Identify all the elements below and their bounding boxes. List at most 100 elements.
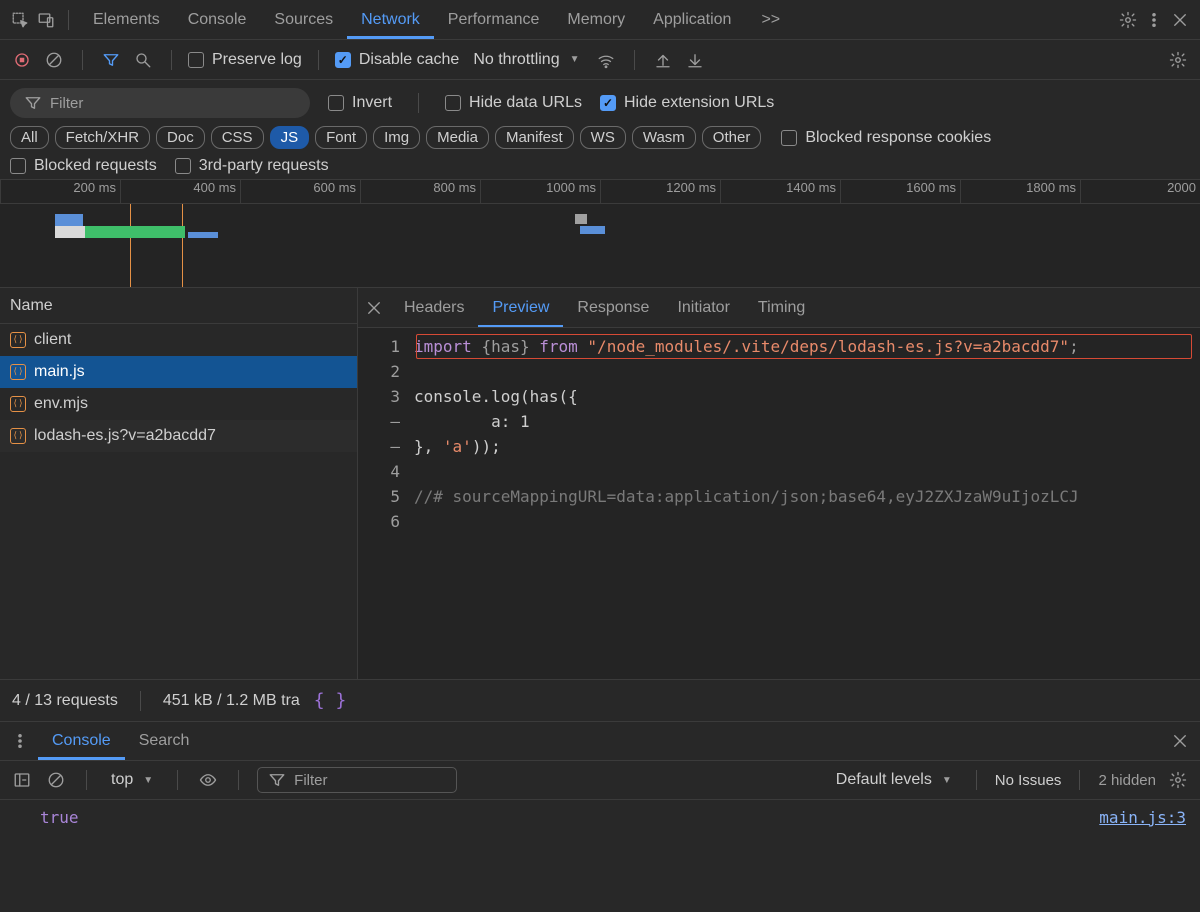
close-drawer-icon[interactable]	[1168, 729, 1192, 753]
hidden-messages[interactable]: 2 hidden	[1098, 772, 1156, 789]
network-conditions-icon[interactable]	[594, 48, 618, 72]
timeline-tick: 800 ms	[360, 180, 480, 203]
log-levels-select[interactable]: Default levels▼	[830, 769, 958, 791]
filter-toggle-icon[interactable]	[99, 48, 123, 72]
tab-sources[interactable]: Sources	[260, 0, 347, 39]
console-filter-input[interactable]: Filter	[257, 767, 457, 793]
filter-type-manifest[interactable]: Manifest	[495, 126, 574, 149]
resource-type-filter: All Fetch/XHR Doc CSS JSFont Img Media Manifest…	[10, 126, 1190, 149]
timeline-tick: 400 ms	[120, 180, 240, 203]
filter-type-font[interactable]: Font	[315, 126, 367, 149]
drawer-tab-search[interactable]: Search	[125, 722, 204, 760]
disable-cache-checkbox[interactable]: ✓Disable cache	[335, 51, 460, 69]
funnel-icon	[24, 94, 42, 112]
third-party-checkbox[interactable]: 3rd-party requests	[175, 157, 329, 175]
drawer-menu-icon[interactable]	[8, 729, 32, 753]
separator	[318, 50, 319, 70]
throttling-label: No throttling	[473, 51, 559, 69]
request-name: client	[34, 331, 71, 349]
drawer-tab-console[interactable]: Console	[38, 722, 125, 760]
filter-type-wasm[interactable]: Wasm	[632, 126, 696, 149]
blocked-cookies-checkbox[interactable]: Blocked response cookies	[781, 129, 991, 147]
line-gutter: 123––456	[358, 328, 414, 679]
inspect-icon[interactable]	[8, 8, 32, 32]
request-row[interactable]: ⟨⟩lodash-es.js?v=a2bacdd7	[0, 420, 357, 452]
tab-application[interactable]: Application	[639, 0, 745, 39]
request-row[interactable]: ⟨⟩main.js	[0, 356, 357, 388]
chevron-down-icon: ▼	[143, 775, 153, 786]
drawer-tabs: ConsoleSearch	[0, 722, 1200, 760]
chevron-down-icon: ▼	[942, 775, 952, 786]
network-timeline[interactable]: 200 ms400 ms600 ms800 ms1000 ms1200 ms14…	[0, 180, 1200, 288]
detail-tabs: HeadersPreviewResponseInitiatorTiming	[358, 288, 1200, 328]
preserve-log-label: Preserve log	[212, 51, 302, 69]
pretty-print-icon[interactable]: { }	[314, 690, 347, 711]
filter-type-media[interactable]: Media	[426, 126, 489, 149]
upload-har-icon[interactable]	[651, 48, 675, 72]
tab-performance[interactable]: Performance	[434, 0, 554, 39]
more-tabs-button[interactable]: >>	[747, 0, 794, 39]
code-preview[interactable]: 123––456 import {has} from "/node_module…	[358, 328, 1200, 679]
kebab-menu-icon[interactable]	[1142, 8, 1166, 32]
request-row[interactable]: ⟨⟩env.mjs	[0, 388, 357, 420]
console-source-link[interactable]: main.js:3	[1099, 808, 1186, 827]
tab-console[interactable]: Console	[174, 0, 261, 39]
invert-checkbox[interactable]: Invert	[328, 94, 392, 112]
tab-memory[interactable]: Memory	[553, 0, 639, 39]
detail-tab-preview[interactable]: Preview	[478, 288, 563, 327]
console-output-row: true main.js:3	[0, 800, 1200, 834]
blocked-requests-checkbox[interactable]: Blocked requests	[10, 157, 157, 175]
network-content: Name ⟨⟩ client ⟨⟩main.js⟨⟩env.mjs⟨⟩lodash-…	[0, 288, 1200, 680]
timeline-tick: 2000	[1080, 180, 1200, 203]
hide-data-urls-checkbox[interactable]: Hide data URLs	[445, 94, 582, 112]
separator	[68, 10, 69, 30]
tab-elements[interactable]: Elements	[79, 0, 174, 39]
search-icon[interactable]	[131, 48, 155, 72]
detail-tab-initiator[interactable]: Initiator	[663, 288, 743, 327]
network-toolbar: Preserve log ✓Disable cache No throttlin…	[0, 40, 1200, 80]
download-har-icon[interactable]	[683, 48, 707, 72]
filter-type-fetch-xhr[interactable]: Fetch/XHR	[55, 126, 150, 149]
disable-cache-label: Disable cache	[359, 51, 460, 69]
console-sidebar-icon[interactable]	[10, 768, 34, 792]
filter-placeholder: Filter	[50, 95, 83, 112]
clear-console-icon[interactable]	[44, 768, 68, 792]
tab-network[interactable]: Network	[347, 0, 434, 39]
request-list-header[interactable]: Name	[0, 288, 357, 324]
network-settings-icon[interactable]	[1166, 48, 1190, 72]
close-detail-icon[interactable]	[362, 296, 386, 320]
console-value: true	[14, 808, 79, 827]
filter-type-img[interactable]: Img	[373, 126, 420, 149]
separator	[634, 50, 635, 70]
record-icon[interactable]	[10, 48, 34, 72]
filter-type-js[interactable]: JS	[270, 126, 310, 149]
filter-input[interactable]: Filter	[10, 88, 310, 118]
issues-count[interactable]: No Issues	[995, 772, 1062, 789]
detail-tab-headers[interactable]: Headers	[390, 288, 478, 327]
execution-context-select[interactable]: top▼	[105, 769, 159, 791]
detail-tab-response[interactable]: Response	[563, 288, 663, 327]
js-file-icon: ⟨⟩	[10, 332, 26, 348]
timeline-tick: 600 ms	[240, 180, 360, 203]
device-toolbar-icon[interactable]	[34, 8, 58, 32]
request-name: lodash-es.js?v=a2bacdd7	[34, 427, 216, 445]
console-settings-icon[interactable]	[1166, 768, 1190, 792]
filter-type-all[interactable]: All	[10, 126, 49, 149]
eye-icon[interactable]	[196, 768, 220, 792]
close-icon[interactable]	[1168, 8, 1192, 32]
request-row[interactable]: ⟨⟩ client	[0, 324, 357, 356]
throttling-select[interactable]: No throttling ▼	[467, 49, 585, 71]
filter-type-ws[interactable]: WS	[580, 126, 626, 149]
detail-tab-timing[interactable]: Timing	[744, 288, 819, 327]
filter-type-other[interactable]: Other	[702, 126, 762, 149]
timeline-tick: 1000 ms	[480, 180, 600, 203]
settings-icon[interactable]	[1116, 8, 1140, 32]
timeline-tick: 1200 ms	[600, 180, 720, 203]
preserve-log-checkbox[interactable]: Preserve log	[188, 51, 302, 69]
filter-type-doc[interactable]: Doc	[156, 126, 205, 149]
filter-type-css[interactable]: CSS	[211, 126, 264, 149]
hide-extension-urls-checkbox[interactable]: ✓Hide extension URLs	[600, 94, 774, 112]
funnel-icon	[268, 771, 286, 789]
clear-icon[interactable]	[42, 48, 66, 72]
network-filter-bar: Filter Invert Hide data URLs ✓Hide exten…	[0, 80, 1200, 180]
